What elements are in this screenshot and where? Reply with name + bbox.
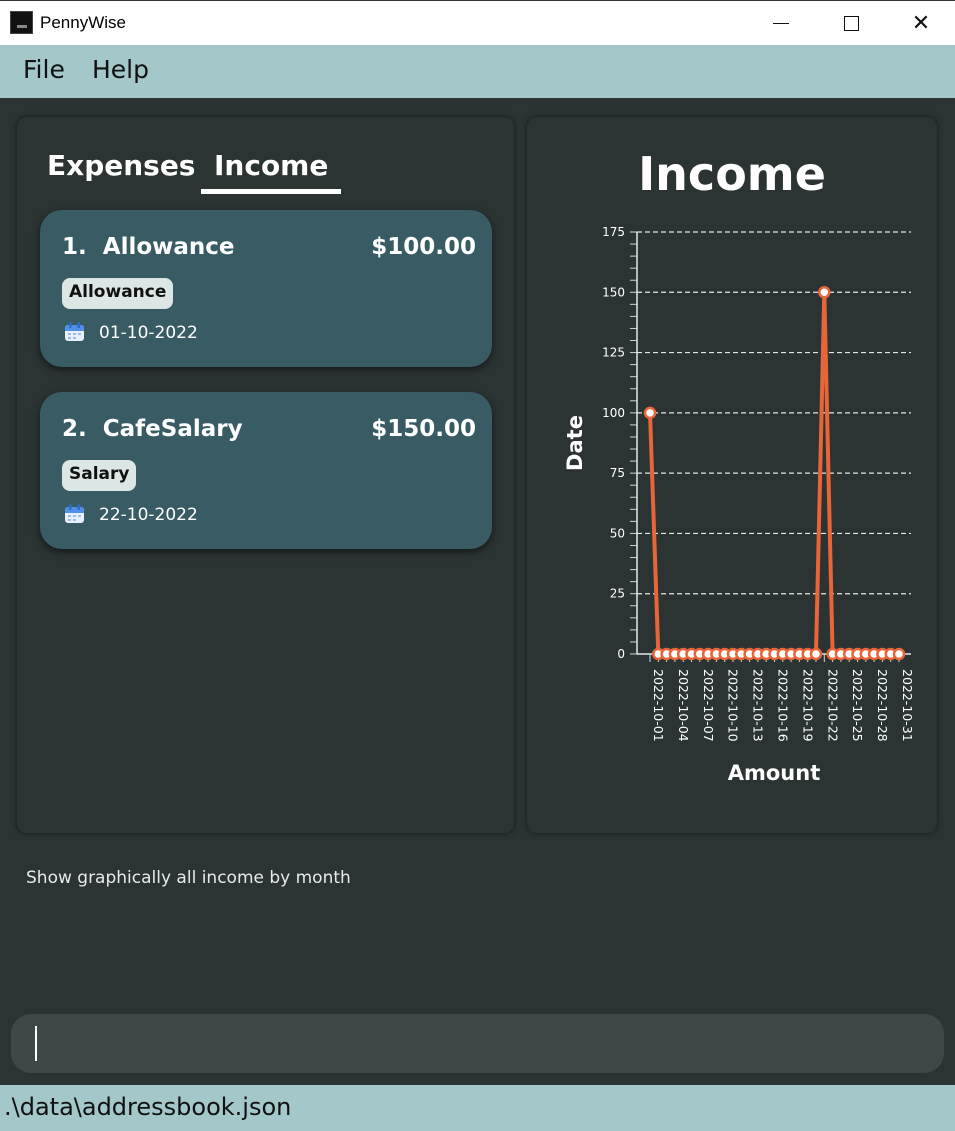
maximize-icon (843, 16, 859, 31)
y-tick-label: 150 (602, 285, 625, 299)
y-tick-label: 175 (602, 225, 625, 239)
x-tick-label: 2022-10-16 (776, 669, 791, 742)
entry-date: 01-10-2022 (99, 323, 198, 343)
entry-name: 2. CafeSalary (62, 416, 243, 442)
entry-tag: Salary (62, 460, 137, 491)
entry-name: 1. Allowance (62, 234, 235, 260)
minimize-button[interactable] (746, 1, 816, 46)
data-point (892, 647, 906, 661)
command-input[interactable] (11, 1014, 944, 1073)
close-button[interactable]: ✕ (886, 1, 955, 46)
entry-list-panel: Expenses Income 1. Allowance $100.00 All… (17, 117, 514, 833)
entry-name-text: Allowance (102, 234, 235, 260)
x-tick-label: 2022-10-31 (900, 669, 915, 742)
tab-expenses[interactable]: Expenses (47, 149, 195, 182)
y-tick-label: 100 (602, 406, 625, 420)
status-bar: .\data\addressbook.json (0, 1085, 955, 1131)
close-icon: ✕ (911, 11, 931, 36)
entry-date: 22-10-2022 (99, 505, 198, 525)
entry-card[interactable]: 2. CafeSalary $150.00 Salary 22-10-2022 (40, 392, 492, 549)
x-tick-label: 2022-10-22 (825, 669, 840, 742)
data-file-path: .\data\addressbook.json (4, 1093, 292, 1121)
calendar-icon (65, 504, 84, 523)
x-tick-label: 2022-10-28 (875, 669, 890, 742)
y-tick-label: 125 (602, 346, 625, 360)
y-axis-label: Date (563, 415, 587, 471)
menu-bar: File Help (0, 45, 955, 98)
entry-name-text: CafeSalary (102, 416, 243, 442)
y-tick-label: 75 (610, 466, 625, 480)
data-point (643, 406, 657, 420)
y-tick-label: 0 (617, 647, 625, 661)
chart-panel: Income 0 25 50 75 100 125 150 175 2022-10-01 2022… (527, 117, 937, 833)
x-axis-label: Amount (728, 761, 821, 785)
selected-tab-indicator (201, 189, 341, 194)
x-tick-label: 2022-10-10 (726, 669, 741, 742)
entry-index: 1. (62, 234, 87, 260)
text-caret (35, 1026, 37, 1061)
result-message: Show graphically all income by month (26, 868, 351, 888)
minimize-icon (773, 23, 789, 24)
title-bar: PennyWise ✕ (0, 0, 955, 45)
entry-index: 2. (62, 416, 87, 442)
menu-help[interactable]: Help (92, 55, 149, 84)
menu-file[interactable]: File (23, 55, 65, 84)
entry-card[interactable]: 1. Allowance $100.00 Allowance 01-10-202… (40, 210, 492, 367)
window-title: PennyWise (40, 13, 126, 32)
calendar-icon (65, 322, 84, 341)
maximize-button[interactable] (816, 1, 886, 46)
tab-income[interactable]: Income (214, 149, 328, 182)
data-point (818, 286, 831, 299)
entry-amount: $150.00 (371, 416, 476, 442)
x-tick-label: 2022-10-04 (676, 669, 691, 742)
x-tick-label: 2022-10-13 (751, 669, 766, 742)
entry-tag: Allowance (62, 278, 174, 309)
x-tick-label: 2022-10-01 (651, 669, 666, 742)
y-tick-label: 50 (610, 526, 625, 540)
x-tick-label: 2022-10-07 (701, 669, 716, 742)
x-tick-label: 2022-10-19 (800, 669, 815, 742)
y-tick-label: 25 (610, 587, 625, 601)
income-line-chart: 0 25 50 75 100 125 150 175 2022-10-01 2022-10-04 2… (563, 225, 915, 785)
entry-amount: $100.00 (371, 234, 476, 260)
app-logo-icon (10, 11, 33, 34)
x-tick-label: 2022-10-25 (850, 669, 865, 742)
data-point (809, 647, 823, 661)
